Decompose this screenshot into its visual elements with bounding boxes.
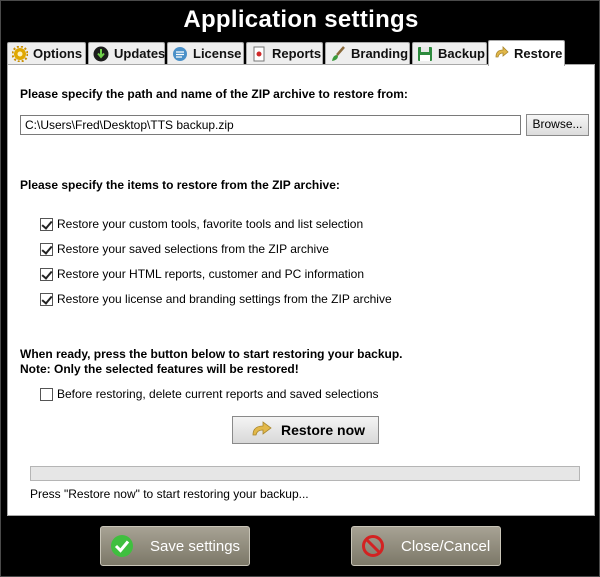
tab-branding[interactable]: Branding	[325, 42, 410, 64]
tab-options[interactable]: Options	[7, 42, 86, 64]
tab-label: Branding	[351, 46, 409, 61]
tab-backup[interactable]: Backup	[412, 42, 487, 64]
tab-label: Restore	[514, 46, 563, 61]
restore-selections-label: Restore your saved selections from the Z…	[57, 242, 329, 256]
tab-bar: Options Updates License Reports Branding	[7, 40, 595, 66]
zip-path-input[interactable]: C:\Users\Fred\Desktop\TTS backup.zip	[20, 115, 521, 135]
tab-label: Options	[33, 46, 83, 61]
tab-restore[interactable]: Restore	[488, 40, 565, 66]
save-settings-label: Save settings	[150, 537, 241, 555]
ready-instruction: When ready, press the button below to st…	[20, 347, 403, 361]
delete-current-label: Before restoring, delete current reports…	[57, 387, 379, 401]
restore-selections-checkbox[interactable]	[40, 243, 53, 256]
browse-button[interactable]: Browse...	[526, 114, 589, 136]
path-prompt: Please specify the path and name of the …	[20, 87, 408, 101]
tab-license[interactable]: License	[167, 42, 244, 64]
download-icon	[93, 46, 109, 62]
restore-panel: Please specify the path and name of the …	[7, 64, 595, 516]
tab-label: Updates	[114, 46, 166, 61]
restore-now-button[interactable]: Restore now	[232, 416, 379, 444]
gear-icon	[11, 45, 29, 62]
restore-tools-checkbox[interactable]	[40, 218, 53, 231]
paintbrush-icon	[330, 45, 346, 62]
restore-tools-label: Restore your custom tools, favorite tool…	[57, 217, 364, 231]
restore-arrow-icon	[493, 45, 509, 62]
save-settings-button[interactable]: Save settings	[100, 526, 250, 566]
close-cancel-label: Close/Cancel	[401, 537, 491, 555]
tab-updates[interactable]: Updates	[88, 42, 165, 64]
close-cancel-button[interactable]: Close/Cancel	[351, 526, 501, 566]
checkmark-icon	[110, 534, 134, 558]
settings-window: Application settings Options Updates Lic…	[0, 0, 600, 577]
tab-reports[interactable]: Reports	[246, 42, 323, 64]
report-icon	[251, 46, 267, 62]
tab-label: License	[193, 46, 242, 61]
restore-reports-label: Restore your HTML reports, customer and …	[57, 267, 365, 281]
restore-arrow-icon	[251, 421, 273, 439]
restore-now-label: Restore now	[281, 422, 366, 438]
items-prompt: Please specify the items to restore from…	[20, 178, 340, 192]
status-text: Press "Restore now" to start restoring y…	[30, 487, 309, 501]
floppy-disk-icon	[417, 46, 433, 62]
delete-current-checkbox[interactable]	[40, 388, 53, 401]
tab-label: Backup	[438, 46, 485, 61]
window-title: Application settings	[183, 6, 419, 33]
cancel-icon	[361, 534, 385, 558]
restore-reports-checkbox[interactable]	[40, 268, 53, 281]
restore-license-label: Restore you license and branding setting…	[57, 292, 392, 306]
restore-license-checkbox[interactable]	[40, 293, 53, 306]
ready-note: Note: Only the selected features will be…	[20, 362, 299, 376]
tab-label: Reports	[272, 46, 322, 61]
license-icon	[172, 46, 188, 62]
restore-progress-bar	[30, 466, 580, 481]
